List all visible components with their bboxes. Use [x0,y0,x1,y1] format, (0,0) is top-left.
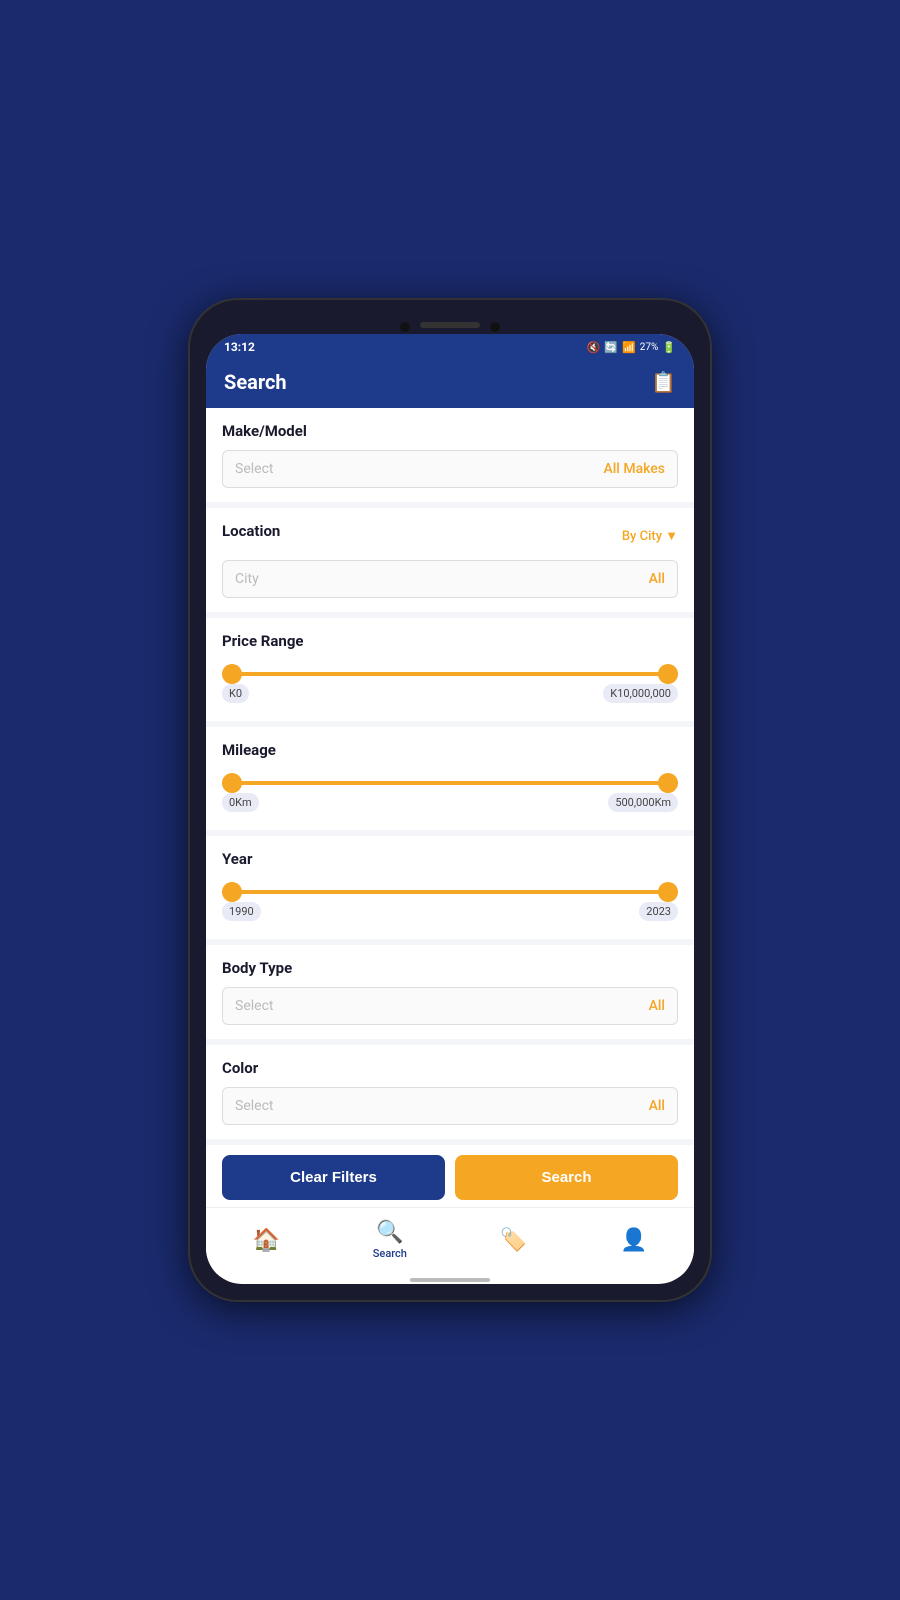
price-range-label: Price Range [222,632,678,650]
year-label: Year [222,850,678,868]
search-nav-label: Search [373,1247,407,1260]
home-icon: 🏠 [252,1228,279,1253]
city-select[interactable]: City All [222,560,678,598]
mileage-labels: 0Km 500,000Km [222,793,678,812]
clear-filters-button[interactable]: Clear Filters [222,1155,445,1200]
body-type-label: Body Type [222,959,678,977]
make-model-select[interactable]: Select All Makes [222,450,678,488]
year-thumb-max[interactable] [658,882,678,902]
phone-frame: 13:12 🔇 🔄 📶 27% 🔋 Search 📋 Make/Model Se… [190,300,710,1300]
mileage-fill [222,781,678,785]
color-label: Color [222,1059,678,1077]
color-select[interactable]: Select All [222,1087,678,1125]
mileage-slider: 0Km 500,000Km [222,769,678,816]
search-icon: 🔍 [376,1220,403,1245]
year-track [222,890,678,894]
year-section: Year 1990 2023 [206,836,694,939]
status-icons: 🔇 🔄 📶 27% 🔋 [587,341,676,354]
year-slider: 1990 2023 [222,878,678,925]
location-label: Location [222,522,280,540]
year-fill [222,890,678,894]
price-max-label: K10,000,000 [603,684,678,703]
app-header: Search 📋 [206,360,694,408]
mileage-label: Mileage [222,741,678,759]
tag-icon: 🏷️ [500,1228,527,1253]
chevron-down-icon: ▼ [665,528,678,544]
price-fill [222,672,678,676]
nav-tags[interactable]: 🏷️ [484,1224,543,1257]
body-type-select[interactable]: Select All [222,987,678,1025]
nav-search[interactable]: 🔍 Search [357,1216,423,1264]
make-model-placeholder: Select [235,461,273,477]
make-model-label: Make/Model [222,422,678,440]
body-type-value: All [649,998,665,1014]
wifi-icon: 🔄 [604,341,618,354]
mileage-thumb-max[interactable] [658,773,678,793]
year-max-label: 2023 [639,902,678,921]
battery-icon: 🔋 [662,341,676,354]
nav-home[interactable]: 🏠 [236,1224,295,1257]
filter-icon[interactable]: 📋 [651,370,676,394]
nav-profile[interactable]: 👤 [604,1224,663,1257]
home-indicator [410,1278,490,1282]
year-labels: 1990 2023 [222,902,678,921]
page-title: Search [224,370,287,394]
body-type-placeholder: Select [235,998,273,1014]
price-range-section: Price Range K0 K10,000,000 [206,618,694,721]
status-time: 13:12 [224,340,255,354]
city-placeholder: City [235,571,259,587]
mileage-max-label: 500,000Km [608,793,678,812]
color-section: Color Select All [206,1045,694,1139]
color-placeholder: Select [235,1098,273,1114]
profile-icon: 👤 [620,1228,647,1253]
battery-text: 27% [640,342,659,353]
by-city-label: By City [622,529,662,544]
make-model-section: Make/Model Select All Makes [206,408,694,502]
action-buttons: Clear Filters Search [206,1145,694,1207]
body-type-section: Body Type Select All [206,945,694,1039]
scroll-area: Make/Model Select All Makes Location By … [206,408,694,1207]
year-min-label: 1990 [222,902,261,921]
color-value: All [649,1098,665,1114]
mute-icon: 🔇 [587,341,601,354]
price-track [222,672,678,676]
price-thumb-max[interactable] [658,664,678,684]
phone-screen: 13:12 🔇 🔄 📶 27% 🔋 Search 📋 Make/Model Se… [206,334,694,1284]
mileage-thumb-min[interactable] [222,773,242,793]
location-section: Location By City ▼ City All [206,508,694,612]
make-model-value: All Makes [603,461,665,477]
by-city-button[interactable]: By City ▼ [622,528,678,544]
bottom-nav: 🏠 🔍 Search 🏷️ 👤 [206,1207,694,1274]
year-thumb-min[interactable] [222,882,242,902]
location-header: Location By City ▼ [222,522,678,550]
search-button[interactable]: Search [455,1155,678,1200]
status-bar: 13:12 🔇 🔄 📶 27% 🔋 [206,334,694,360]
mileage-section: Mileage 0Km 500,000Km [206,727,694,830]
signal-icon: 📶 [622,341,636,354]
city-value: All [649,571,665,587]
price-labels: K0 K10,000,000 [222,684,678,703]
price-min-label: K0 [222,684,249,703]
price-thumb-min[interactable] [222,664,242,684]
price-range-slider: K0 K10,000,000 [222,660,678,707]
mileage-min-label: 0Km [222,793,259,812]
mileage-track [222,781,678,785]
